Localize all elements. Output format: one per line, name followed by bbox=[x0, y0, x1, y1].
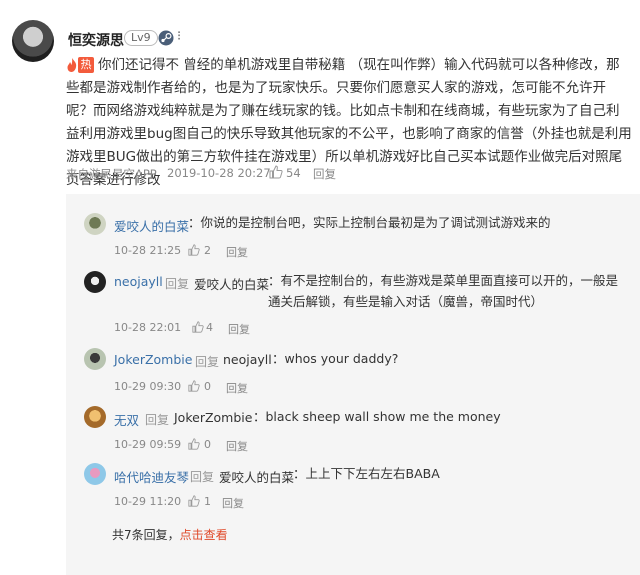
thumbs-up-icon[interactable] bbox=[192, 321, 204, 333]
reply-timestamp: 10-28 22:01 bbox=[114, 321, 182, 334]
reply-text: ：black sheep wall show me the money bbox=[253, 409, 501, 424]
reply-text: ：你说的是控制台吧，实际上控制台最初是为了调试测试游戏来的 bbox=[188, 215, 551, 230]
avatar[interactable] bbox=[84, 406, 106, 428]
reply-summary: 共7条回复，点击查看 bbox=[112, 526, 228, 543]
reply-target[interactable]: JokerZombie bbox=[174, 410, 252, 425]
reply-timestamp: 10-29 09:30 bbox=[114, 380, 182, 393]
reply-timestamp: 10-29 09:59 bbox=[114, 438, 182, 451]
reply-tag: 回复 bbox=[165, 277, 190, 291]
reply-author[interactable]: 无双 bbox=[114, 410, 139, 429]
reply-button[interactable]: 回复 bbox=[228, 321, 250, 337]
reply-button[interactable]: 回复 bbox=[226, 244, 248, 260]
comment-reply-button[interactable]: 回复 bbox=[313, 166, 336, 182]
reply-button[interactable]: 回复 bbox=[222, 495, 244, 511]
comment-like-count: 54 bbox=[286, 166, 301, 180]
more-options-icon[interactable]: ⁝ bbox=[177, 29, 181, 44]
level-badge: Lv9 bbox=[124, 30, 158, 46]
reply-timestamp: 10-28 21:25 bbox=[114, 244, 182, 257]
reply-author[interactable]: neojayll bbox=[114, 274, 163, 289]
thumbs-up-icon[interactable] bbox=[188, 438, 200, 450]
comment-timestamp: 2019-10-28 20:27 bbox=[167, 166, 271, 180]
steam-icon bbox=[158, 30, 174, 46]
view-all-replies-link[interactable]: 点击查看 bbox=[180, 528, 228, 542]
reply-text: ：有不是控制台的，有些游戏是菜单里面直接可以开的，一般是通关后解锁，有些是输入对… bbox=[268, 273, 619, 309]
reply-timestamp: 10-29 11:20 bbox=[114, 495, 182, 508]
avatar[interactable] bbox=[84, 271, 106, 293]
reply-text: ：whos your daddy? bbox=[272, 351, 399, 366]
reply-like-count: 2 bbox=[204, 244, 211, 257]
thumbs-up-icon[interactable] bbox=[269, 165, 283, 179]
reply-text: ：上上下下左右左右BABA bbox=[293, 466, 440, 481]
username[interactable]: 恒奕源思 bbox=[68, 30, 124, 50]
avatar[interactable] bbox=[12, 20, 54, 62]
reply-tag: 回复 bbox=[145, 413, 170, 427]
reply-like-count: 0 bbox=[204, 380, 211, 393]
reply-tag: 回复 bbox=[195, 355, 220, 369]
reply-target[interactable]: 爱咬人的白菜 bbox=[219, 467, 294, 486]
reply-target[interactable]: neojayll bbox=[223, 352, 272, 367]
reply-button[interactable]: 回复 bbox=[226, 380, 248, 396]
avatar[interactable] bbox=[84, 348, 106, 370]
reply-button[interactable]: 回复 bbox=[226, 438, 248, 454]
reply-author[interactable]: 哈代哈迪友琴 bbox=[114, 467, 189, 486]
reply-tag: 回复 bbox=[190, 470, 215, 484]
reply-target[interactable]: 爱咬人的白菜 bbox=[194, 274, 269, 293]
thumbs-up-icon[interactable] bbox=[188, 380, 200, 392]
thumbs-up-icon[interactable] bbox=[188, 244, 200, 256]
reply-like-count: 4 bbox=[206, 321, 213, 334]
comment-source: 来自游民星空APP bbox=[66, 167, 157, 181]
reply-author[interactable]: JokerZombie bbox=[114, 352, 192, 367]
avatar[interactable] bbox=[84, 213, 106, 235]
reply-author[interactable]: 爱咬人的白菜 bbox=[114, 216, 189, 235]
avatar[interactable] bbox=[84, 463, 106, 485]
reply-like-count: 0 bbox=[204, 438, 211, 451]
reply-like-count: 1 bbox=[204, 495, 211, 508]
thumbs-up-icon[interactable] bbox=[188, 495, 200, 507]
reply-count-text: 共7条回复， bbox=[112, 528, 180, 542]
